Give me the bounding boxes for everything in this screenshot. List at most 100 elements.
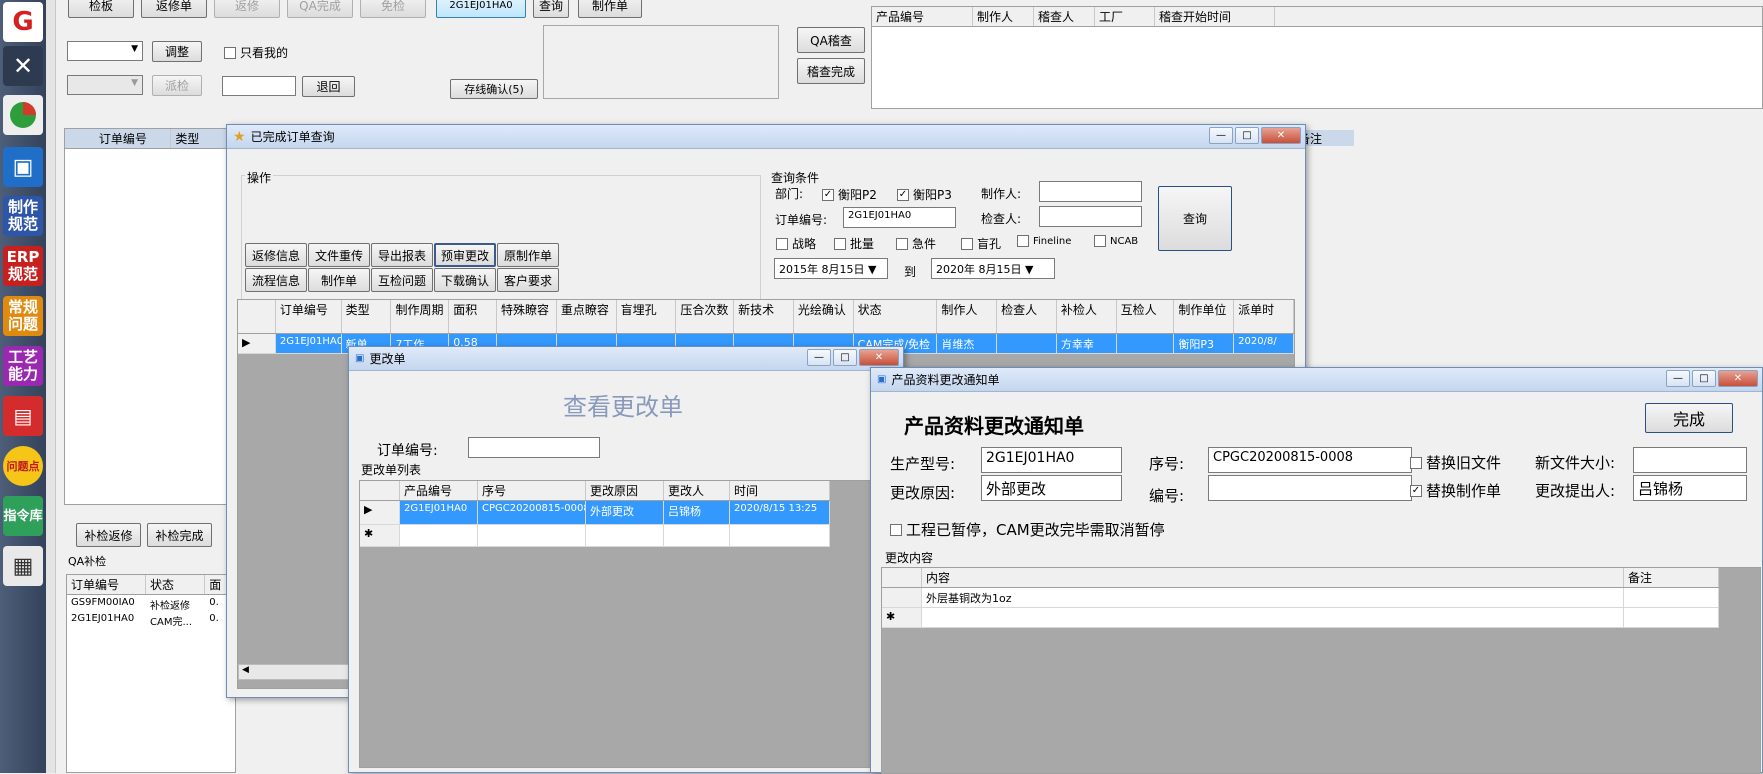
col-header[interactable]: 产品编号 <box>400 481 478 500</box>
col-header[interactable]: 光绘确认 <box>794 300 854 333</box>
calendar-icon[interactable]: ▦ <box>3 546 43 586</box>
maximize-icon[interactable]: □ <box>1692 370 1716 387</box>
ops-flow-info[interactable]: 流程信息 <box>245 268 307 292</box>
col-header[interactable]: 序号 <box>478 481 586 500</box>
done-button[interactable]: 完成 <box>1645 403 1733 433</box>
col-header[interactable]: 更改原因 <box>586 481 664 500</box>
ops-export-report[interactable]: 导出报表 <box>371 243 433 267</box>
col-header[interactable]: 新技术 <box>734 300 794 333</box>
dispatch-select[interactable]: ▼ <box>67 75 143 95</box>
ops-original-order[interactable]: 原制作单 <box>497 243 559 267</box>
col-header[interactable]: 稽查开始时间 <box>1155 7 1275 26</box>
col-header[interactable]: 状态 <box>854 300 938 333</box>
cell[interactable] <box>1624 588 1719 608</box>
paused-checkbox[interactable]: 工程已暂停，CAM更改完毕需取消暂停 <box>890 519 1165 540</box>
cell[interactable] <box>664 525 730 547</box>
horizontal-scrollbar[interactable]: ◀ <box>238 664 358 680</box>
ops-rework-info[interactable]: 返修信息 <box>245 243 307 267</box>
col-header[interactable]: 特殊瞭容 <box>497 300 557 333</box>
col-header[interactable]: 互检人 <box>1117 300 1175 333</box>
maximize-icon[interactable]: □ <box>833 349 857 366</box>
col-header[interactable]: 备注 <box>1624 568 1719 587</box>
flag-urgent[interactable]: 急件 <box>896 235 936 252</box>
checker-input[interactable] <box>1039 206 1142 227</box>
col-header[interactable]: 盲埋孔 <box>617 300 677 333</box>
col-header[interactable]: 订单编号 <box>276 300 342 333</box>
top-make-order-button[interactable]: 制作单 <box>578 0 642 18</box>
dispatch-button[interactable]: 派检 <box>152 75 202 96</box>
ops-make-order[interactable]: 制作单 <box>308 268 370 292</box>
ops-customer-req[interactable]: 客户要求 <box>497 268 559 292</box>
change-order-titlebar[interactable]: ▣ 更改单 — □ ✕ <box>349 347 903 371</box>
col-header[interactable]: 制作单位 <box>1174 300 1235 333</box>
cell[interactable] <box>730 525 830 547</box>
online-confirm-button[interactable]: 存线确认(5) <box>450 79 538 99</box>
supp-rework-button[interactable]: 补检返修 <box>76 523 141 547</box>
only-mine-checkbox[interactable]: 只看我的 <box>224 44 288 61</box>
col-header[interactable]: 内容 <box>922 568 1624 587</box>
table-row[interactable]: GS9FM00IA0 补检返修 0. <box>67 595 235 611</box>
top-query-button[interactable]: 查询 <box>533 0 569 18</box>
col-header[interactable]: 重点瞭容 <box>557 300 617 333</box>
app-logo-icon[interactable]: G <box>3 2 43 42</box>
date-to-picker[interactable]: 2020年 8月15日 ▼ <box>931 258 1055 279</box>
table-row[interactable]: 2G1EJ01HA0 CAM完... 0. <box>67 611 235 627</box>
col-header[interactable]: 订单编号 <box>67 575 146 594</box>
cell[interactable] <box>586 525 664 547</box>
flag-ncab[interactable]: NCAB <box>1094 235 1138 247</box>
maker-input[interactable] <box>1039 181 1142 202</box>
sidebar-issue[interactable]: 问题点 <box>3 446 43 486</box>
qa-audit-button[interactable]: QA稽查 <box>797 27 865 53</box>
col-header[interactable]: 面积 <box>449 300 498 333</box>
minimize-icon[interactable]: — <box>1209 127 1233 144</box>
col-header[interactable]: 派单时 <box>1234 300 1294 333</box>
col-header[interactable]: 压合次数 <box>676 300 735 333</box>
col-header[interactable]: 类型 <box>342 300 392 333</box>
rework-order-button[interactable]: 返修单 <box>141 0 207 18</box>
col-header[interactable]: 状态 <box>146 575 206 594</box>
save-icon[interactable]: ▣ <box>3 147 43 187</box>
minimize-icon[interactable]: — <box>807 349 831 366</box>
qa-done-button[interactable]: QA完成 <box>287 0 353 18</box>
col-header[interactable]: 工厂 <box>1095 7 1155 26</box>
reason-input[interactable]: 外部更改 <box>981 475 1122 501</box>
order-input[interactable]: 2G1EJ01HA0 <box>843 207 956 228</box>
row-selector-icon[interactable]: ▶ <box>238 334 276 354</box>
row-selector-icon[interactable]: ▶ <box>360 501 400 525</box>
close-icon[interactable]: ✕ <box>859 349 899 366</box>
sidebar-common[interactable]: 常规问题 <box>3 296 43 336</box>
col-header[interactable]: 稽查人 <box>1034 7 1095 26</box>
minimize-icon[interactable]: — <box>1666 370 1690 387</box>
main-order-grid[interactable]: 订单编号 类型 <box>64 128 232 505</box>
sidebar-norm[interactable]: 制作规范 <box>3 196 43 236</box>
maximize-icon[interactable]: □ <box>1235 127 1259 144</box>
exempt-button[interactable]: 免检 <box>360 0 426 18</box>
audit-done-button[interactable]: 稽查完成 <box>797 58 865 84</box>
flag-batch[interactable]: 批量 <box>834 235 874 252</box>
col-header[interactable]: 时间 <box>730 481 830 500</box>
col-header[interactable]: 补检人 <box>1057 300 1117 333</box>
tools-icon[interactable]: ✕ <box>3 46 43 86</box>
cell[interactable] <box>922 608 1624 628</box>
table-row[interactable]: ▶ 2G1EJ01HA0 CPGC20200815-0008 外部更改 吕锦杨 … <box>360 501 830 525</box>
close-icon[interactable]: ✕ <box>1261 127 1301 144</box>
audit-grid[interactable]: 产品编号 制作人 稽查人 工厂 稽查开始时间 <box>871 6 1763 109</box>
replace-old-checkbox[interactable]: 替换旧文件 <box>1410 452 1501 473</box>
ops-download-confirm[interactable]: 下载确认 <box>434 268 496 292</box>
inspect-board-button[interactable]: 检板 <box>68 0 134 18</box>
qa-supp-grid[interactable]: 订单编号 状态 面 GS9FM00IA0 补检返修 0. 2G1EJ01HA0 CAM… <box>66 574 236 773</box>
new-size-input[interactable] <box>1633 447 1747 473</box>
col-header[interactable]: 更改人 <box>664 481 730 500</box>
change-order-no-input[interactable] <box>468 437 600 458</box>
code-input[interactable] <box>1208 475 1412 501</box>
query-button[interactable]: 查询 <box>1158 186 1232 251</box>
change-notice-titlebar[interactable]: ▣ 产品资料更改通知单 — □ ✕ <box>871 368 1762 392</box>
col-header[interactable]: 检查人 <box>997 300 1057 333</box>
cell[interactable] <box>400 525 478 547</box>
flag-blind-hole[interactable]: 盲孔 <box>961 235 1001 252</box>
date-from-picker[interactable]: 2015年 8月15日 ▼ <box>774 258 888 279</box>
flag-fineline[interactable]: Fineline <box>1017 235 1071 247</box>
ops-pre-review-change[interactable]: 预审更改 <box>434 243 496 267</box>
col-header[interactable]: 产品编号 <box>872 7 973 26</box>
cell[interactable] <box>478 525 586 547</box>
